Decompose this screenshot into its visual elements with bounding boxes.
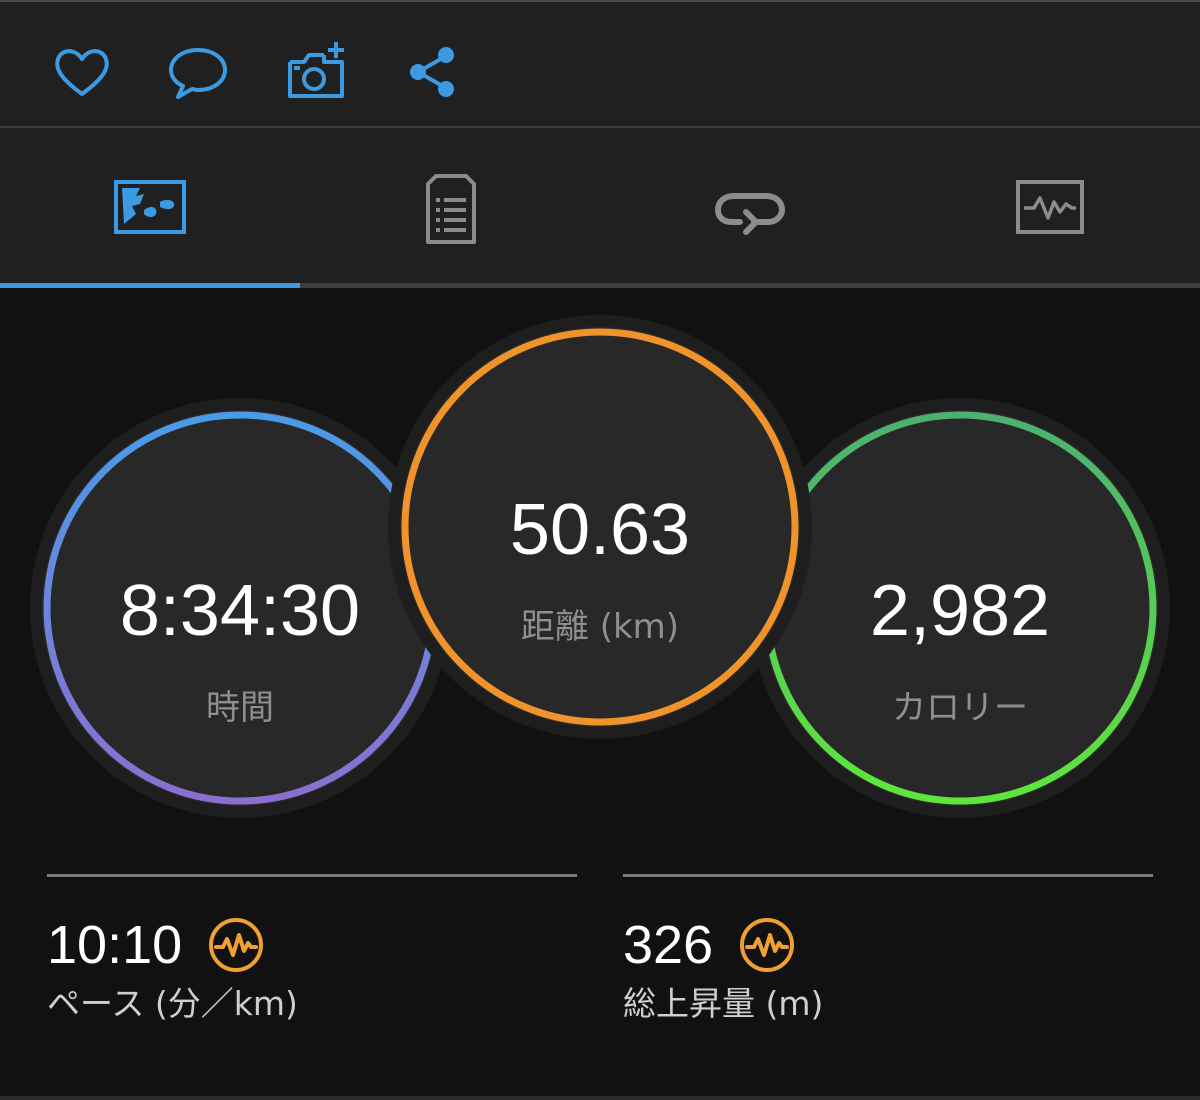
- time-value: 8:34:30: [119, 571, 361, 651]
- calories-value: 2,982: [869, 571, 1051, 651]
- tab-charts[interactable]: [900, 128, 1200, 283]
- tab-laps[interactable]: [600, 128, 900, 283]
- comment-icon: [169, 48, 227, 99]
- pace-label: ペース (分／km): [47, 984, 298, 1023]
- share-icon: [410, 47, 454, 97]
- like-button[interactable]: [50, 40, 114, 104]
- divider: [623, 874, 1153, 877]
- ascent-metric[interactable]: 326 総上昇量 (m): [623, 874, 1153, 1023]
- laps-icon: [714, 193, 786, 235]
- pace-value: 10:10: [47, 915, 183, 975]
- calories-label: カロリー: [892, 688, 1028, 728]
- tab-details[interactable]: [300, 128, 600, 283]
- share-button[interactable]: [400, 40, 464, 104]
- details-list-icon: [426, 174, 476, 244]
- bottom-divider: [0, 1096, 1200, 1100]
- tab-overview[interactable]: [0, 128, 300, 283]
- divider: [47, 874, 577, 877]
- ascent-value: 326: [623, 915, 714, 975]
- add-photo-icon: [288, 42, 344, 98]
- chart-icon: [1016, 180, 1084, 234]
- add-photo-button[interactable]: [284, 40, 348, 104]
- heart-icon: [55, 49, 109, 96]
- activity-pulse-icon: [739, 917, 795, 973]
- tab-bar: [0, 128, 1200, 288]
- ascent-label: 総上昇量 (m): [623, 984, 824, 1023]
- activity-summary-screen: 8:34:30 時間 50.63 距離 (km) 2,982 カロリー 10:1…: [0, 0, 1200, 1100]
- time-label: 時間: [206, 688, 274, 728]
- map-overview-icon: [114, 180, 186, 234]
- activity-pulse-icon: [208, 917, 264, 973]
- comment-button[interactable]: [166, 40, 230, 104]
- distance-value: 50.63: [509, 490, 691, 570]
- stat-circles: 8:34:30 時間 50.63 距離 (km) 2,982 カロリー: [0, 288, 1200, 848]
- pace-metric[interactable]: 10:10 ペース (分／km): [47, 874, 577, 1023]
- action-bar: [0, 0, 1200, 128]
- distance-label: 距離 (km): [520, 607, 680, 647]
